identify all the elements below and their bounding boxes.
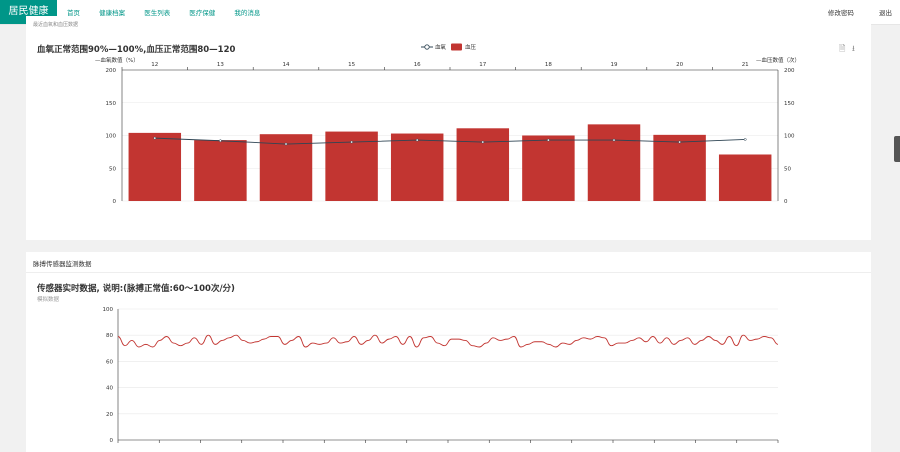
legend-oxygen-marker xyxy=(424,44,430,50)
left-axis-name: —血氧数值（%） xyxy=(95,56,139,64)
pulse-line xyxy=(117,334,779,348)
x-tick-label: 17 xyxy=(479,62,486,68)
x-tick-label: 18 xyxy=(545,62,552,68)
pulse-chart: 0 20 40 60 80 100 xyxy=(103,307,779,444)
bar xyxy=(587,124,641,201)
oxygen-point xyxy=(678,140,681,144)
legend-bp-swatch xyxy=(451,43,462,51)
x-tick-label: 21 xyxy=(742,62,749,68)
y-tick-left: 100 xyxy=(106,134,117,140)
y-tick-label: 100 xyxy=(103,307,114,313)
y-tick-label: 0 xyxy=(110,438,114,444)
y-tick-left: 150 xyxy=(106,101,117,107)
bar xyxy=(128,132,182,201)
oxygen-point xyxy=(612,138,616,142)
right-axis-name: —血压数值（次） xyxy=(756,56,800,64)
bar xyxy=(653,134,706,201)
vitals-chart: 血氧 血压 —血氧数值（%） —血压数值（次） 0 0 50 50 100 100 150 150 20… xyxy=(95,43,800,205)
oxygen-point xyxy=(153,136,157,140)
legend-oxygen-label: 血氧 xyxy=(435,43,447,51)
y-tick-left: 200 xyxy=(106,68,117,74)
bar xyxy=(718,154,772,201)
x-tick-label: 16 xyxy=(414,62,421,68)
y-tick-label: 60 xyxy=(106,359,113,365)
y-tick-right: 200 xyxy=(784,68,795,74)
y-tick-right: 150 xyxy=(784,101,795,107)
y-tick-right: 100 xyxy=(784,134,795,140)
x-tick-label: 14 xyxy=(283,62,290,68)
oxygen-point xyxy=(219,139,222,143)
bar xyxy=(390,133,444,201)
y-tick-label: 40 xyxy=(106,386,113,392)
oxygen-point xyxy=(481,140,485,144)
bar xyxy=(456,128,510,201)
y-tick-right: 50 xyxy=(784,166,791,172)
vitals-panel: 最近血氧和血压数据 血氧正常范围90%—100%,血压正常范围80—120 🗎 … xyxy=(26,16,871,240)
y-tick-left: 50 xyxy=(109,166,116,172)
y-tick-label: 20 xyxy=(106,412,113,418)
x-tick-label: 13 xyxy=(217,62,224,68)
oxygen-point xyxy=(284,142,288,146)
bar xyxy=(194,140,247,201)
oxygen-point xyxy=(547,138,550,142)
oxygen-point xyxy=(350,140,353,144)
pulse-panel: 脉搏传感器监测数据 传感器实时数据, 说明:(脉搏正常值:60～100次/分) … xyxy=(26,252,871,452)
bar xyxy=(522,135,575,201)
legend-bp-label: 血压 xyxy=(465,43,477,51)
x-tick-label: 20 xyxy=(676,62,683,68)
x-tick-label: 15 xyxy=(348,62,355,68)
x-tick-label: 12 xyxy=(151,62,158,68)
side-scroll-handle[interactable] xyxy=(894,136,900,162)
oxygen-point xyxy=(415,138,419,142)
logout-link[interactable]: 退出 xyxy=(879,1,892,25)
y-tick-label: 80 xyxy=(106,333,113,339)
oxygen-point xyxy=(743,138,747,141)
y-tick-left: 0 xyxy=(113,199,117,205)
x-tick-label: 19 xyxy=(611,62,618,68)
y-tick-right: 0 xyxy=(784,199,788,205)
